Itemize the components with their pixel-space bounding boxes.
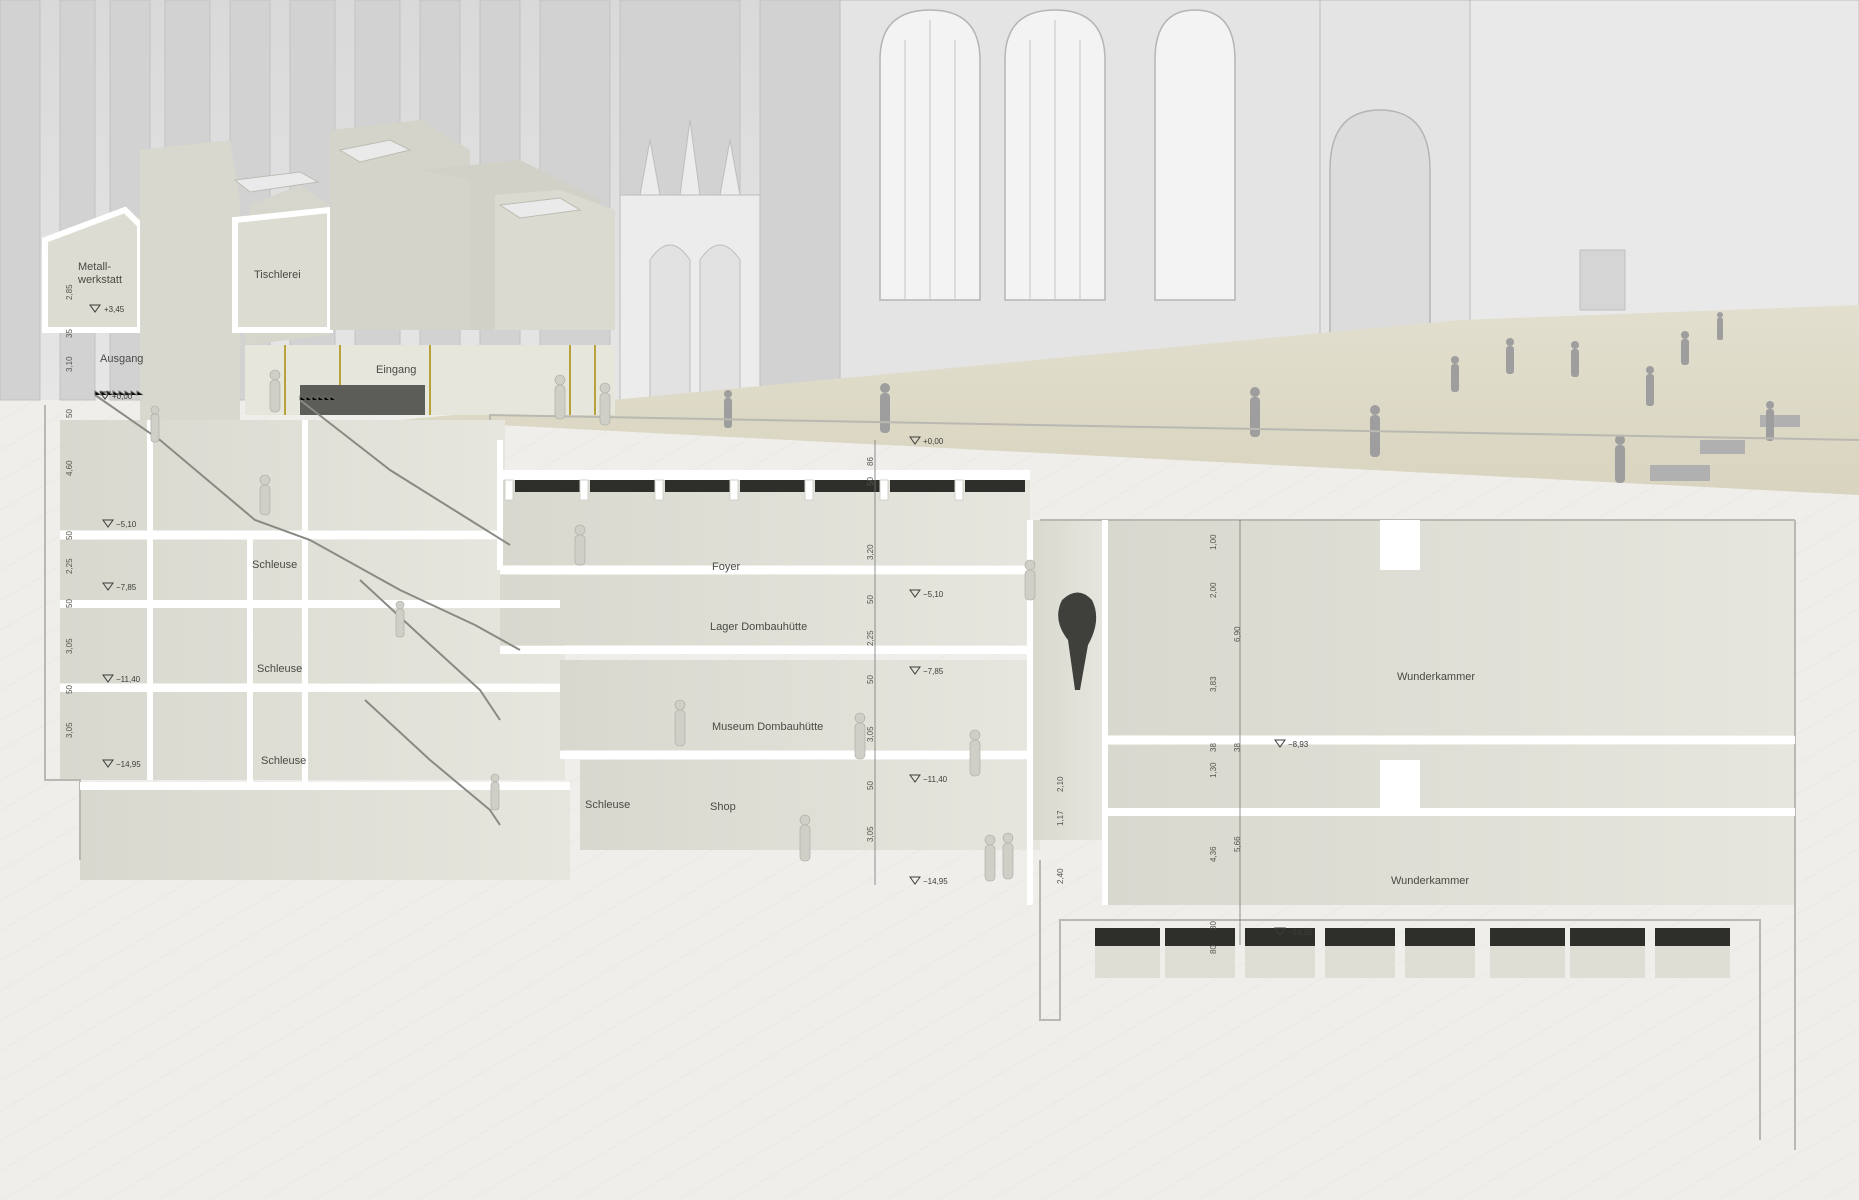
room-label-museum: Museum Dombauhütte	[712, 721, 823, 733]
dim-225a: 2,25	[65, 558, 74, 574]
dim-310: 3,10	[65, 356, 74, 372]
dim-35a: 35	[65, 329, 74, 338]
level-1140-left: −11,40	[116, 675, 141, 684]
dim-305a: 3,05	[65, 638, 74, 654]
room-label-shop: Shop	[710, 801, 736, 813]
dim-50a: 50	[65, 409, 74, 418]
dim-mid-225: 2,25	[866, 630, 875, 646]
level-1495-left: −14,95	[116, 760, 141, 769]
room-label-foyer: Foyer	[712, 561, 740, 573]
dim-mid-50b: 50	[866, 595, 875, 604]
room-label-schleuse-4: Schleuse	[585, 799, 630, 811]
room-label-schleuse-1: Schleuse	[252, 559, 297, 571]
room-label-tischlerei: Tischlerei	[254, 269, 301, 281]
building-section-svg: Metall- werkstatt Tischlerei Ausgang Ein…	[0, 0, 1859, 1200]
dim-right-566: 5,66	[1233, 836, 1242, 852]
dim-right-38a: 38	[1209, 743, 1218, 752]
room-label-ausgang: Ausgang	[100, 353, 143, 365]
dim-right-200: 2,00	[1209, 582, 1218, 598]
level-510-mid: −5,10	[923, 590, 944, 599]
level-785-mid: −7,85	[923, 667, 944, 676]
dim-right-30: 30	[1209, 921, 1218, 930]
dim-mid-305a: 3,05	[866, 726, 875, 742]
dim-core-117: 1,17	[1056, 810, 1065, 826]
room-label-schleuse-3: Schleuse	[261, 755, 306, 767]
dim-right-690: 6,90	[1233, 626, 1242, 642]
dim-mid-305b: 3,05	[866, 826, 875, 842]
dim-50c: 50	[65, 599, 74, 608]
dim-right-100: 1,00	[1209, 534, 1218, 550]
dim-right-38b: 38	[1233, 743, 1242, 752]
dim-right-436: 4,36	[1209, 846, 1218, 862]
dim-right-80: 80	[1209, 945, 1218, 954]
dim-50d: 50	[65, 685, 74, 694]
dim-core-240: 2,40	[1056, 868, 1065, 884]
level-785-left: −7,85	[116, 583, 137, 592]
room-label-wunderkammer-upper: Wunderkammer	[1397, 671, 1475, 683]
dim-mid-320: 3,20	[866, 544, 875, 560]
dim-285: 2,85	[65, 284, 74, 300]
dim-mid-50d: 50	[866, 781, 875, 790]
dim-460: 4,60	[65, 460, 74, 476]
dim-mid-50c: 50	[866, 675, 875, 684]
room-label-lager: Lager Dombauhütte	[710, 621, 807, 633]
room-label-wunderkammer-lower: Wunderkammer	[1391, 875, 1469, 887]
room-label-schleuse-2: Schleuse	[257, 663, 302, 675]
room-label-metallwerkstatt-1: Metall-	[78, 261, 111, 273]
dim-core-210: 2,10	[1056, 776, 1065, 792]
dim-right-383: 3,83	[1209, 676, 1218, 692]
dim-mid-86: 86	[866, 457, 875, 466]
room-label-metallwerkstatt-2: werkstatt	[77, 274, 122, 286]
level-510-left: −5,10	[116, 520, 137, 529]
dim-mid-50a: 50	[866, 477, 875, 486]
architectural-section-drawing: Metall- werkstatt Tischlerei Ausgang Ein…	[0, 0, 1859, 1200]
dim-305b: 3,05	[65, 722, 74, 738]
level-1495-mid: −14,95	[923, 877, 948, 886]
level-893: −8,93	[1288, 740, 1309, 749]
dim-50b: 50	[65, 531, 74, 540]
dim-right-130: 1,30	[1209, 762, 1218, 778]
room-label-eingang: Eingang	[376, 364, 416, 376]
level-1495-right: −14,95	[1288, 928, 1313, 937]
level-1140-mid: −11,40	[923, 775, 948, 784]
level-345: +3,45	[104, 305, 125, 314]
level-000-mid: +0,00	[923, 437, 944, 446]
level-000-left: +0,00	[112, 392, 133, 401]
